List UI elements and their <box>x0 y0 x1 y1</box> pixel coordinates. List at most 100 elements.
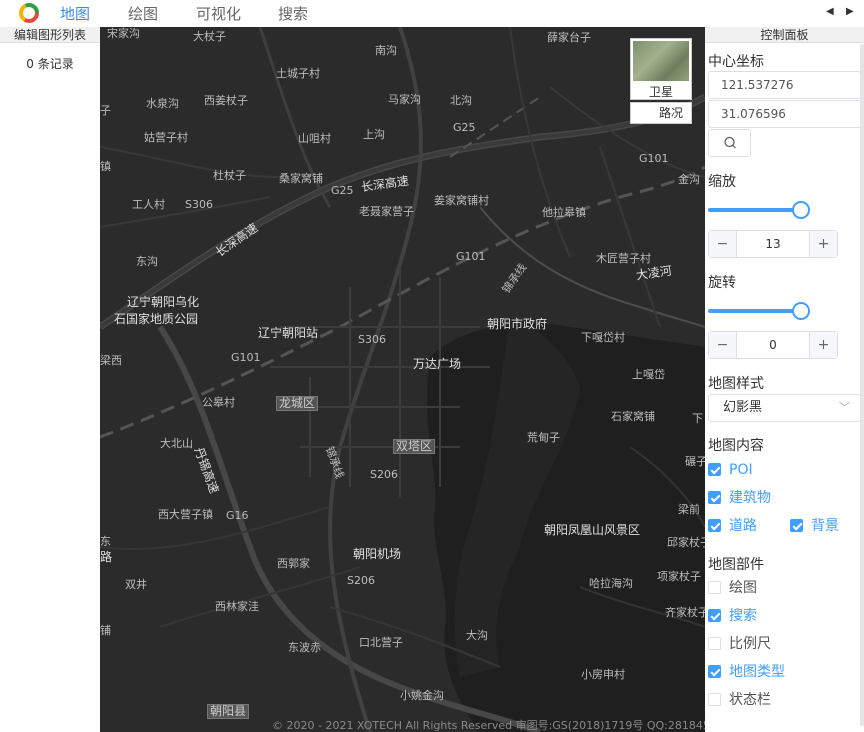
checkbox-statusbar[interactable]: 状态栏 <box>708 692 771 710</box>
prev-arrow-icon[interactable]: ◀ <box>826 6 834 17</box>
map-label: G101 <box>456 250 486 263</box>
checkbox-box <box>708 581 721 594</box>
tab-visualize[interactable]: 可视化 <box>196 4 241 24</box>
rotate-slider[interactable] <box>708 300 810 322</box>
rotate-value-input[interactable]: 0 <box>737 332 809 358</box>
satellite-label: 卫星 <box>648 85 673 99</box>
map-label: 碾子 <box>685 455 705 468</box>
map-label: G16 <box>226 509 249 522</box>
map-label: 南沟 <box>375 44 397 57</box>
map-label: 朝阳市政府 <box>487 317 548 331</box>
map-label: 薛家台子 <box>547 31 591 44</box>
record-count: 0 条记录 <box>26 57 74 71</box>
checkbox-label: 建筑物 <box>729 490 771 506</box>
rotate-stepper: − 0 + <box>708 331 838 359</box>
checkbox-box <box>708 463 721 476</box>
checkbox-box <box>708 609 721 622</box>
map-label: 金沟 <box>678 173 700 186</box>
rotate-decrease-button[interactable]: − <box>709 332 737 358</box>
traffic-layer-button[interactable]: 路况 <box>630 102 692 124</box>
map-label: 北沟 <box>450 94 472 107</box>
map-label: 辽宁朝阳站 <box>258 326 319 340</box>
map-label: 下 <box>692 412 703 425</box>
checkbox-label: POI <box>729 462 753 478</box>
tab-draw[interactable]: 绘图 <box>128 4 158 24</box>
longitude-input[interactable]: 121.537276 <box>708 71 861 99</box>
map-label: 山咀村 <box>298 132 331 145</box>
layer-switcher: 卫星 路况 <box>630 38 692 124</box>
map-style-select[interactable]: 幻影黑 ﹀ <box>708 394 861 422</box>
map-label: 邱家杖子 <box>667 536 705 549</box>
checkbox-box <box>790 519 803 532</box>
zoom-slider-track <box>708 208 800 212</box>
locate-search-button[interactable] <box>708 129 751 157</box>
satellite-layer-button[interactable]: 卫星 <box>630 38 692 100</box>
checkbox-box <box>708 693 721 706</box>
map-label: 西大营子镇 <box>158 508 213 521</box>
zoom-slider-handle[interactable] <box>792 201 810 219</box>
map-label: 项家杖子 <box>657 570 701 583</box>
map-label: S206 <box>370 468 398 481</box>
checkbox-scale[interactable]: 比例尺 <box>708 636 771 654</box>
checkbox-label: 道路 <box>729 518 757 534</box>
zoom-value-input[interactable]: 13 <box>737 231 809 257</box>
map-label: 西姜杖子 <box>204 94 248 107</box>
app-logo-icon <box>19 3 39 23</box>
checkbox-map-type[interactable]: 地图类型 <box>708 664 785 682</box>
rotate-increase-button[interactable]: + <box>809 332 837 358</box>
checkbox-poi[interactable]: POI <box>708 462 753 480</box>
map-label: 姑营子村 <box>144 131 188 144</box>
map-canvas[interactable]: 宋家沟 大杖子 南沟 薛家台子 土城子村 水泉沟 西姜杖子 马家沟 北沟 G25… <box>100 27 705 732</box>
latitude-input[interactable]: 31.076596 <box>708 100 861 128</box>
map-content-label: 地图内容 <box>708 438 764 454</box>
checkbox-box <box>708 637 721 650</box>
checkbox-box <box>708 491 721 504</box>
center-coord-label: 中心坐标 <box>708 54 764 70</box>
zoom-label: 缩放 <box>708 174 736 190</box>
checkbox-label: 状态栏 <box>729 692 771 708</box>
map-label: 荒甸子 <box>527 431 560 444</box>
district-label: 龙城区 <box>276 396 319 411</box>
map-label: 梁西 <box>100 354 122 367</box>
checkbox-box <box>708 519 721 532</box>
checkbox-label: 比例尺 <box>729 636 771 652</box>
map-label: G25 <box>331 184 354 197</box>
checkbox-background[interactable]: 背景 <box>790 518 839 536</box>
zoom-slider[interactable] <box>708 199 810 221</box>
map-label: 齐家杖子 <box>665 606 705 619</box>
district-label: 双塔区 <box>393 439 436 454</box>
map-label: 桑家窝铺 <box>279 172 323 185</box>
map-label: 铺 <box>100 624 111 637</box>
checkbox-draw[interactable]: 绘图 <box>708 580 757 598</box>
map-label: 小姚金沟 <box>400 689 444 702</box>
map-copyright: © 2020 - 2021 XOTECH All Rights Reserved… <box>272 719 705 732</box>
map-label: 辽宁朝阳乌化 <box>127 295 200 309</box>
zoom-decrease-button[interactable]: − <box>709 231 737 257</box>
tab-map[interactable]: 地图 <box>60 4 90 24</box>
map-label: G101 <box>231 351 261 364</box>
map-label: 大北山 <box>160 437 193 450</box>
zoom-increase-button[interactable]: + <box>809 231 837 257</box>
map-label: 西林家洼 <box>215 600 259 613</box>
checkbox-buildings[interactable]: 建筑物 <box>708 490 771 508</box>
checkbox-roads[interactable]: 道路 <box>708 518 757 536</box>
tab-search[interactable]: 搜索 <box>278 4 308 24</box>
control-panel-scrollbar[interactable] <box>860 44 864 726</box>
map-label: 老聂家营子 <box>359 205 414 218</box>
next-arrow-icon[interactable]: ▶ <box>846 6 854 17</box>
rotate-label: 旋转 <box>708 275 736 291</box>
map-label: 上沟 <box>363 128 385 141</box>
map-label: 石家窝铺 <box>611 410 655 423</box>
map-label: 公皋村 <box>202 396 235 409</box>
rotate-slider-track <box>708 309 800 313</box>
rotate-slider-handle[interactable] <box>792 302 810 320</box>
map-label: 西郭家 <box>277 557 310 570</box>
checkbox-label: 搜索 <box>729 608 757 624</box>
checkbox-search[interactable]: 搜索 <box>708 608 757 626</box>
checkbox-box <box>708 665 721 678</box>
control-panel-title: 控制面板 <box>705 27 864 43</box>
map-widgets-label: 地图部件 <box>708 557 764 573</box>
map-label: 大沟 <box>466 629 488 642</box>
checkbox-label: 背景 <box>811 518 839 534</box>
map-label: G101 <box>639 152 669 165</box>
